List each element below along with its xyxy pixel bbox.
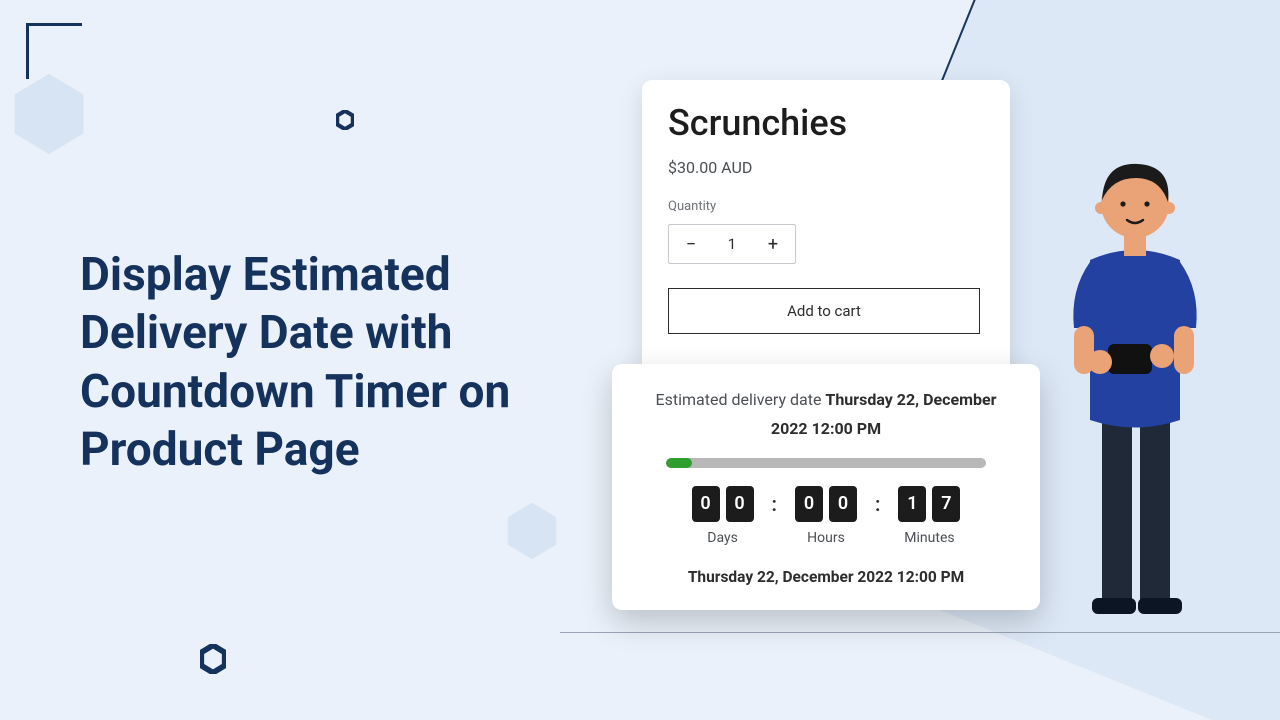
countdown-minutes-label: Minutes: [904, 530, 954, 546]
countdown-digit: 0: [829, 486, 857, 522]
countdown-digit: 0: [795, 486, 823, 522]
quantity-label: Quantity: [668, 199, 984, 214]
estimated-delivery-line: Estimated delivery date Thursday 22, Dec…: [640, 386, 1012, 444]
page-headline: Display Estimated Delivery Date with Cou…: [80, 246, 620, 480]
quantity-increase-button[interactable]: +: [765, 234, 781, 255]
countdown-hours-label: Hours: [807, 530, 845, 546]
countdown-separator: :: [772, 486, 777, 516]
add-to-cart-button[interactable]: Add to cart: [668, 288, 980, 334]
delivery-final-date: Thursday 22, December 2022 12:00 PM: [640, 568, 1012, 586]
product-card: Scrunchies $30.00 AUD Quantity − 1 + Add…: [642, 80, 1010, 374]
countdown-digit: 0: [726, 486, 754, 522]
hexagon-icon: [505, 500, 559, 562]
delivery-progress-fill: [666, 458, 692, 468]
delivery-estimate-card: Estimated delivery date Thursday 22, Dec…: [612, 364, 1040, 610]
countdown-digit: 7: [932, 486, 960, 522]
quantity-value: 1: [728, 235, 736, 253]
countdown-days-label: Days: [707, 530, 738, 546]
product-title: Scrunchies: [668, 102, 984, 144]
hexagon-icon: [336, 110, 354, 130]
countdown-digit: 1: [898, 486, 926, 522]
countdown-separator: :: [875, 486, 880, 516]
estimated-delivery-prefix: Estimated delivery date: [656, 390, 826, 409]
quantity-decrease-button[interactable]: −: [683, 234, 699, 255]
countdown-minutes-group: 1 7 Minutes: [898, 486, 960, 546]
product-price: $30.00 AUD: [668, 158, 984, 177]
countdown-digit: 0: [692, 486, 720, 522]
person-illustration: [1050, 150, 1220, 630]
countdown-days-group: 0 0 Days: [692, 486, 754, 546]
countdown-hours-group: 0 0 Hours: [795, 486, 857, 546]
hexagon-icon: [10, 70, 88, 158]
quantity-stepper[interactable]: − 1 +: [668, 224, 796, 264]
delivery-progress-bar: [666, 458, 986, 468]
countdown-timer: 0 0 Days : 0 0 Hours : 1 7 Minutes: [640, 486, 1012, 546]
divider-line: [560, 632, 1280, 633]
hexagon-icon: [200, 644, 226, 674]
